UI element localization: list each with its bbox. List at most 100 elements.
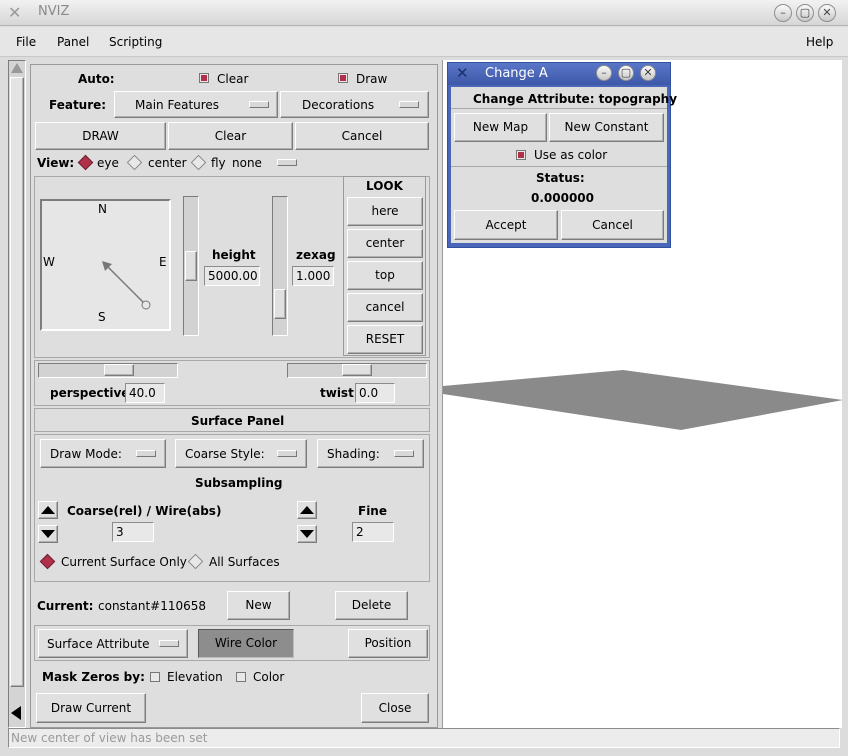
dialog-minimize-button[interactable]: – (596, 65, 612, 81)
menu-file[interactable]: File (16, 35, 36, 49)
height-label: height (212, 248, 256, 262)
fine-increase-button[interactable] (297, 501, 317, 519)
coarse-input[interactable]: 3 (112, 522, 154, 542)
fine-input[interactable]: 2 (352, 522, 394, 542)
position-compass[interactable]: N S W E (40, 199, 171, 331)
delete-surface-button[interactable]: Delete (335, 591, 408, 620)
position-button[interactable]: Position (348, 629, 428, 658)
arrow-down-icon (300, 530, 314, 538)
current-label: Current: (37, 599, 94, 613)
view-label: View: (37, 156, 75, 170)
shading-label: Shading: (327, 447, 380, 461)
dialog-close-button[interactable]: ✕ (640, 65, 656, 81)
new-map-button[interactable]: New Map (454, 113, 547, 142)
scroll-thumb[interactable] (10, 77, 24, 687)
fly-mode-menu-icon[interactable] (277, 159, 297, 166)
view-eye-label: eye (97, 156, 119, 170)
twist-slider-thumb[interactable] (342, 364, 372, 376)
height-slider[interactable] (183, 196, 199, 336)
arrow-up-icon (300, 506, 314, 514)
perspective-input[interactable]: 40.0 (125, 383, 165, 403)
arrow-up-icon (41, 506, 55, 514)
draw-current-button[interactable]: Draw Current (36, 693, 146, 723)
new-surface-button[interactable]: New (227, 591, 290, 620)
dialog-heading: Change Attribute: topography (473, 92, 678, 106)
zexag-slider[interactable] (272, 196, 288, 336)
eye-direction-arrow-icon (102, 261, 151, 310)
new-constant-button[interactable]: New Constant (549, 113, 664, 142)
auto-clear-checkbox[interactable] (199, 73, 209, 83)
dialog-title: Change A (485, 66, 548, 81)
accept-button[interactable]: Accept (454, 210, 558, 240)
current-surface-only-label: Current Surface Only (61, 555, 187, 569)
menu-indicator-icon (277, 450, 297, 457)
view-fly-mode-value[interactable]: none (232, 156, 262, 170)
zexag-input[interactable]: 1.000 (292, 266, 334, 286)
coarse-style-label: Coarse Style: (185, 447, 265, 461)
status-bar: New center of view has been set (8, 728, 840, 748)
mask-color-checkbox[interactable] (236, 672, 246, 682)
surface-attribute-menu[interactable]: Surface Attribute (38, 629, 188, 658)
auto-draw-checkbox[interactable] (338, 73, 348, 83)
wire-color-button[interactable]: Wire Color (198, 629, 294, 658)
surface-panel-title: Surface Panel (191, 414, 285, 428)
dialog-cancel-button[interactable]: Cancel (561, 210, 664, 240)
menu-indicator-icon (249, 101, 269, 108)
mask-elevation-label: Elevation (167, 670, 223, 684)
perspective-slider-thumb[interactable] (104, 364, 134, 376)
feature-label: Feature: (49, 98, 107, 112)
use-as-color-checkbox[interactable] (516, 150, 526, 160)
dialog-maximize-button[interactable]: ▢ (618, 65, 634, 81)
look-center-button[interactable]: center (347, 229, 423, 258)
perspective-slider[interactable] (38, 363, 178, 378)
main-features-menu[interactable]: Main Features (114, 91, 278, 118)
menu-help[interactable]: Help (806, 35, 833, 49)
menu-indicator-icon (136, 450, 156, 457)
close-button[interactable]: ✕ (818, 4, 836, 22)
menu-panel[interactable]: Panel (57, 35, 89, 49)
mask-elevation-checkbox[interactable] (150, 672, 160, 682)
auto-clear-label: Clear (217, 72, 249, 86)
view-center-label: center (148, 156, 187, 170)
fine-label: Fine (358, 504, 387, 518)
clear-button[interactable]: Clear (168, 122, 293, 150)
decorations-label: Decorations (302, 98, 375, 112)
look-top-button[interactable]: top (347, 261, 423, 290)
height-slider-thumb[interactable] (185, 251, 197, 281)
coarse-style-menu[interactable]: Coarse Style: (175, 439, 307, 468)
view-fly-label: fly (211, 156, 226, 170)
height-input[interactable]: 5000.00 (204, 266, 260, 286)
dialog-body: Change Attribute: topography New Map New… (451, 87, 677, 243)
minimize-button[interactable]: – (774, 4, 792, 22)
menu-scripting[interactable]: Scripting (109, 35, 162, 49)
twist-slider[interactable] (287, 363, 427, 378)
panel-scrollbar[interactable] (8, 60, 26, 728)
coarse-label: Coarse(rel) / Wire(abs) (67, 504, 222, 518)
decorations-menu[interactable]: Decorations (280, 91, 429, 118)
look-cancel-button[interactable]: cancel (347, 293, 423, 322)
current-surface-name: constant#110658 (98, 599, 207, 613)
look-reset-button[interactable]: RESET (347, 325, 423, 354)
use-as-color-label: Use as color (534, 148, 608, 162)
draw-mode-menu[interactable]: Draw Mode: (40, 439, 166, 468)
zexag-slider-thumb[interactable] (274, 289, 286, 319)
perspective-label: perspective (50, 386, 130, 400)
status-value: 0.000000 (531, 191, 595, 205)
look-here-button[interactable]: here (347, 197, 423, 226)
window-titlebar: ✕ NVIZ – ▢ ✕ (0, 0, 848, 26)
cancel-button[interactable]: Cancel (295, 122, 429, 150)
maximize-button[interactable]: ▢ (796, 4, 814, 22)
scroll-up-arrow-icon[interactable] (11, 63, 23, 73)
draw-mode-label: Draw Mode: (50, 447, 122, 461)
shading-menu[interactable]: Shading: (317, 439, 424, 468)
menu-bar: File Panel Scripting Help (0, 27, 848, 57)
surface-attribute-label: Surface Attribute (47, 637, 150, 651)
scroll-left-arrow-icon[interactable] (11, 706, 21, 720)
close-panel-button[interactable]: Close (361, 693, 429, 723)
fine-decrease-button[interactable] (297, 525, 317, 543)
main-features-label: Main Features (135, 98, 220, 112)
coarse-increase-button[interactable] (38, 501, 58, 519)
draw-button[interactable]: DRAW (35, 122, 166, 150)
coarse-decrease-button[interactable] (38, 525, 58, 543)
twist-input[interactable]: 0.0 (355, 383, 395, 403)
